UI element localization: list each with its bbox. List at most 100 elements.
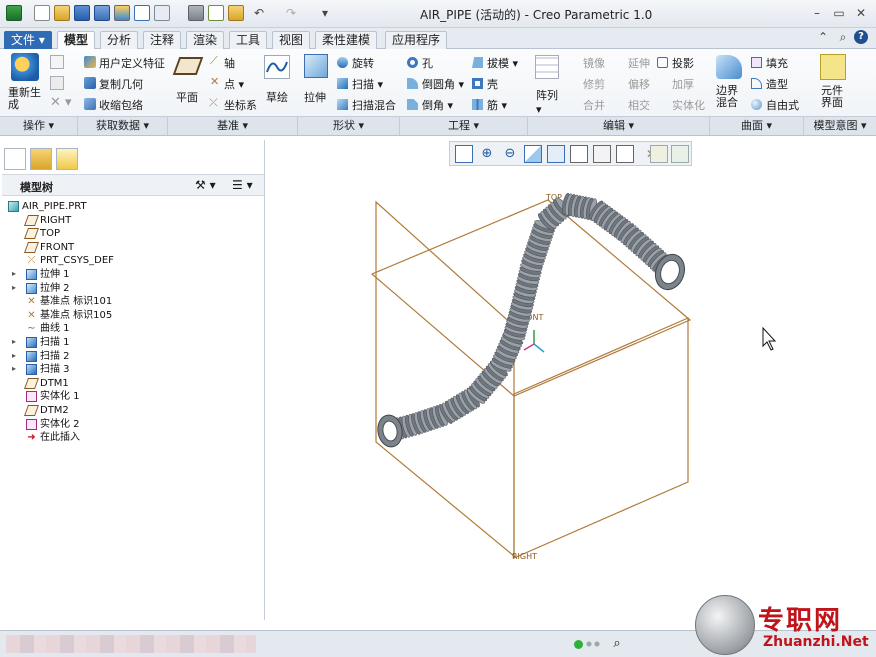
group-model-intent[interactable]: 模型意图 ▾ <box>804 116 876 135</box>
tree-item[interactable]: ▸ 拉伸 2 <box>0 282 260 295</box>
folder-browser-tab-icon[interactable] <box>30 148 52 170</box>
tree-item[interactable]: DTM2 <box>0 404 260 417</box>
graphics-window[interactable]: TOP FRONT RIGHT <box>266 140 876 630</box>
checklist-icon[interactable] <box>208 5 224 21</box>
model-tree-tab-icon[interactable] <box>4 148 26 170</box>
ribbon-collapse-icon[interactable]: ⌃ <box>814 29 832 45</box>
tree-expand-icon[interactable]: ▸ <box>12 283 20 292</box>
copy-geometry-icon[interactable] <box>84 77 96 89</box>
open-folder-icon[interactable] <box>54 5 70 21</box>
right-datum-plane[interactable] <box>513 317 689 559</box>
mirror-label[interactable]: 镜像 <box>583 55 605 71</box>
tab-render[interactable]: 渲染 <box>186 31 225 49</box>
group-operations[interactable]: 操作 ▾ <box>0 116 78 135</box>
chamfer-label[interactable]: 倒角 ▾ <box>422 97 453 113</box>
rib-icon[interactable] <box>472 99 483 110</box>
tab-model[interactable]: 模型 <box>57 31 96 50</box>
tree-item[interactable]: TOP <box>0 227 260 240</box>
group-shapes[interactable]: 形状 ▾ <box>298 116 400 135</box>
redo-icon[interactable]: ↷ <box>282 5 300 21</box>
style-icon[interactable] <box>751 78 762 89</box>
tree-columns-icon[interactable]: ☰ ▾ <box>232 178 253 192</box>
favorites-tab-icon[interactable] <box>56 148 78 170</box>
intersect-label[interactable]: 相交 <box>628 97 650 113</box>
hole-icon[interactable] <box>407 57 418 68</box>
customize-toolbar-icon[interactable]: ▾ <box>316 5 334 21</box>
chamfer-icon[interactable] <box>407 99 418 110</box>
offset-label[interactable]: 偏移 <box>628 76 650 92</box>
group-engineering[interactable]: 工程 ▾ <box>400 116 528 135</box>
revolve-label[interactable]: 旋转 <box>352 55 374 71</box>
tree-item[interactable]: RIGHT <box>0 214 260 227</box>
save-copy-icon[interactable] <box>94 5 110 21</box>
extend-label[interactable]: 延伸 <box>628 55 650 71</box>
pattern-icon[interactable] <box>535 55 559 79</box>
boundary-blend-label[interactable]: 边界混合 <box>716 85 742 109</box>
tab-file[interactable]: 文件 ▾ <box>4 31 52 49</box>
regen-status-indicator[interactable] <box>574 640 583 649</box>
project-icon[interactable] <box>657 57 668 68</box>
tree-item[interactable]: ✕ 基准点 标识105 <box>0 309 260 322</box>
tab-analysis[interactable]: 分析 <box>100 31 139 49</box>
tree-item[interactable]: ▸ 扫描 3 <box>0 363 260 376</box>
boundary-blend-icon[interactable] <box>716 55 742 79</box>
fill-icon[interactable] <box>751 57 762 68</box>
tab-tools[interactable]: 工具 <box>229 31 268 49</box>
datum-plane-icon[interactable] <box>172 57 204 75</box>
help-icon[interactable]: ? <box>854 30 868 44</box>
tree-item[interactable]: 实体化 1 <box>0 390 260 403</box>
undo-icon[interactable]: ↶ <box>250 5 268 21</box>
shrinkwrap-icon[interactable] <box>84 98 96 110</box>
regenerate-label[interactable]: 重新生成 <box>8 87 48 111</box>
tab-flexible-modeling[interactable]: 柔性建模 <box>315 31 378 49</box>
shrinkwrap-label[interactable]: 收缩包络 <box>99 97 143 113</box>
point-label[interactable]: 点 ▾ <box>224 76 244 92</box>
tree-item[interactable]: ▸ 扫描 1 <box>0 336 260 349</box>
freestyle-icon[interactable] <box>751 99 762 110</box>
sweep-icon[interactable] <box>337 78 348 89</box>
fill-label[interactable]: 填充 <box>766 55 788 71</box>
hole-label[interactable]: 孔 <box>422 55 433 71</box>
tree-expand-icon[interactable]: ▸ <box>12 270 20 278</box>
wrench-icon[interactable] <box>188 5 204 21</box>
tree-settings-icon[interactable]: ⚒ ▾ <box>195 178 216 192</box>
group-get-data[interactable]: 获取数据 ▾ <box>78 116 168 135</box>
solidify-label[interactable]: 实体化 <box>672 97 705 113</box>
folder-check-icon[interactable] <box>228 5 244 21</box>
windows-dropdown-icon[interactable] <box>154 5 170 21</box>
regenerate-icon[interactable] <box>11 53 39 81</box>
tree-expand-icon[interactable]: ▸ <box>12 365 20 373</box>
tree-item[interactable]: ▸ 拉伸 1 <box>0 268 260 281</box>
new-file-icon[interactable] <box>34 5 50 21</box>
axis-icon[interactable]: ⟋ <box>210 54 218 68</box>
window-icon[interactable] <box>134 5 150 21</box>
sketch-label[interactable]: 草绘 <box>266 89 288 105</box>
revolve-icon[interactable] <box>337 57 348 68</box>
shell-icon[interactable] <box>472 78 483 89</box>
pattern-label[interactable]: 阵列 ▾ <box>536 87 558 116</box>
plane-label[interactable]: 平面 <box>176 89 198 105</box>
component-interface-icon[interactable] <box>820 54 846 80</box>
copy-geometry-label[interactable]: 复制几何 <box>99 76 143 92</box>
swept-blend-icon[interactable] <box>337 99 348 110</box>
round-icon[interactable] <box>407 78 418 89</box>
save-icon[interactable] <box>74 5 90 21</box>
tree-expand-icon[interactable]: ▸ <box>12 338 20 346</box>
udf-icon[interactable] <box>84 56 96 68</box>
close-button[interactable]: ✕ <box>852 5 870 21</box>
tree-item[interactable]: DTM1 <box>0 377 260 390</box>
csys-label[interactable]: 坐标系 <box>224 97 257 113</box>
thicken-label[interactable]: 加厚 <box>672 76 694 92</box>
udf-label[interactable]: 用户定义特征 <box>99 55 165 71</box>
sketch-icon[interactable] <box>264 55 290 79</box>
minimize-button[interactable]: – <box>808 5 826 21</box>
tree-item[interactable]: ➜ 在此插入 <box>0 431 260 444</box>
merge-label[interactable]: 合并 <box>583 97 605 113</box>
group-surfaces[interactable]: 曲面 ▾ <box>710 116 804 135</box>
tab-annotate[interactable]: 注释 <box>143 31 182 49</box>
sweep-label[interactable]: 扫描 ▾ <box>352 76 383 92</box>
tab-view[interactable]: 视图 <box>272 31 311 49</box>
tree-item[interactable]: 实体化 2 <box>0 418 260 431</box>
axis-label[interactable]: 轴 <box>224 55 235 71</box>
point-icon[interactable]: ✕ <box>210 75 219 88</box>
